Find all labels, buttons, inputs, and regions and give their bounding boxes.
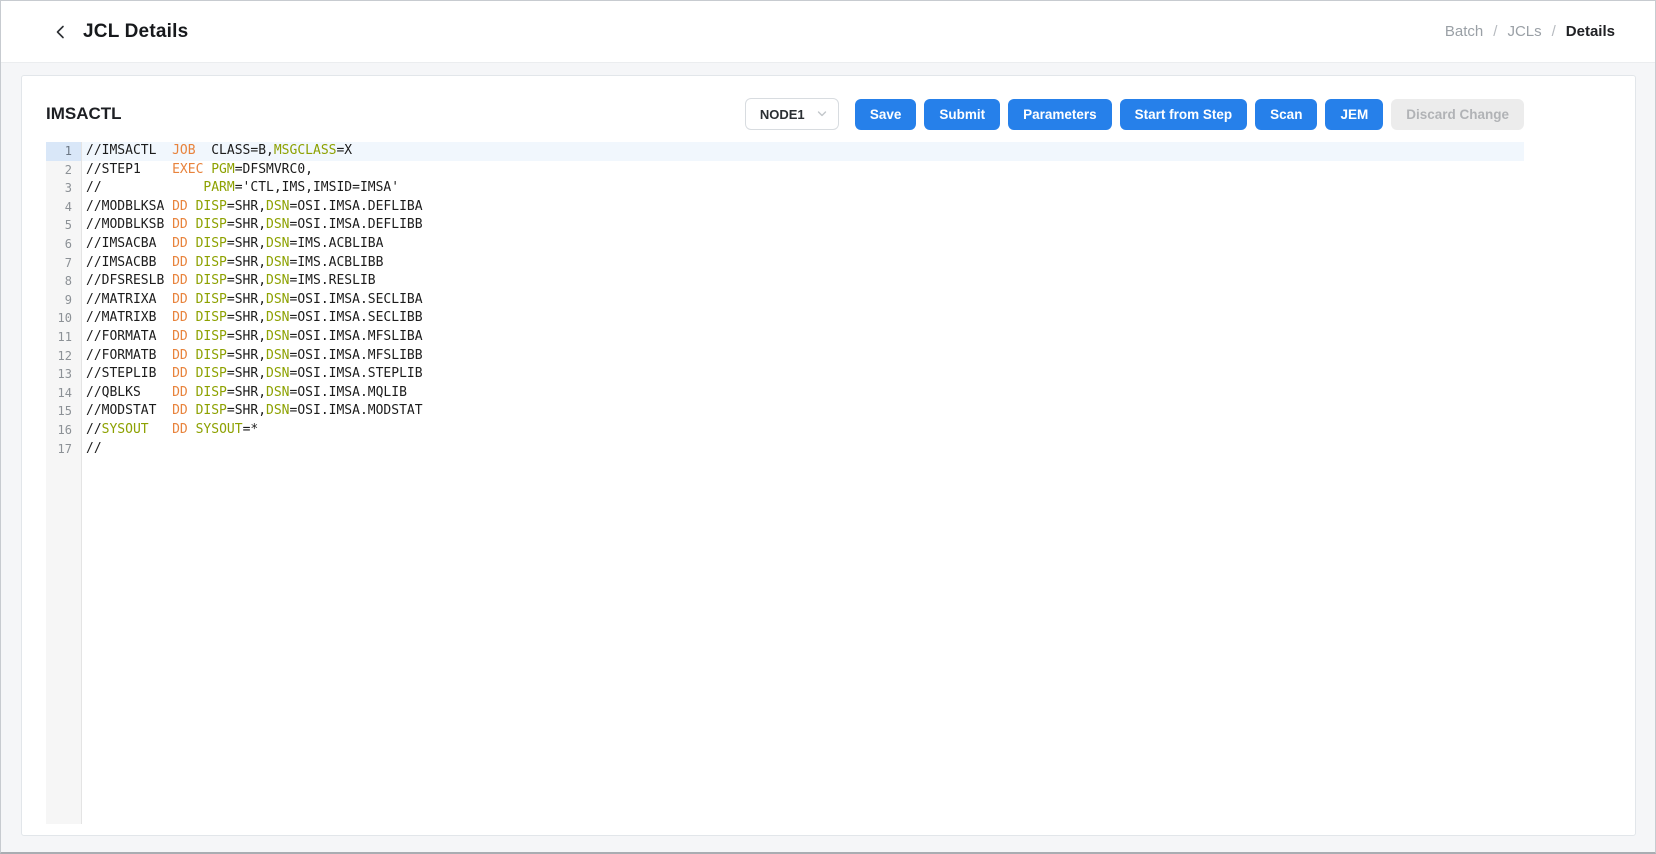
code-line-text: //FORMATA DD DISP=SHR,DSN=OSI.IMSA.MFSLI… xyxy=(86,328,423,344)
line-number: 2 xyxy=(46,160,82,180)
code-line[interactable]: 14//QBLKS DD DISP=SHR,DSN=OSI.IMSA.MQLIB xyxy=(46,383,1524,403)
code-line-text: // xyxy=(86,440,102,456)
code-line-text: //DFSRESLB DD DISP=SHR,DSN=IMS.RESLIB xyxy=(86,273,376,289)
back-button[interactable] xyxy=(47,18,75,46)
breadcrumb-item-details: Details xyxy=(1565,23,1615,40)
line-number: 16 xyxy=(46,420,82,440)
line-number: 1 xyxy=(46,142,82,161)
code-empty xyxy=(82,458,1524,824)
code-line-text: //MODSTAT DD DISP=SHR,DSN=OSI.IMSA.MODST… xyxy=(86,403,423,419)
breadcrumb: Batch / JCLs / Details xyxy=(1445,23,1615,40)
code-editor[interactable]: 1//IMSACTL JOB CLASS=B,MSGCLASS=X 2//STEP… xyxy=(46,142,1524,824)
page-header: JCL Details Batch / JCLs / Details xyxy=(1,1,1655,63)
line-number: 7 xyxy=(46,253,82,273)
node-select[interactable]: NODE1 xyxy=(744,98,839,130)
code-line[interactable]: 9//MATRIXA DD DISP=SHR,DSN=OSI.IMSA.SECL… xyxy=(46,290,1524,310)
jcl-details-page: JCL Details Batch / JCLs / Details IMSACTL N… xyxy=(0,0,1656,854)
card-header: IMSACTL NODE1 Save Submit Parameters Start … xyxy=(46,98,1635,130)
jem-button[interactable]: JEM xyxy=(1325,98,1384,130)
gutter-filler xyxy=(46,458,82,824)
line-number: 15 xyxy=(46,402,82,421)
line-number: 11 xyxy=(46,327,82,347)
code-line-text: //SYSOUT DD SYSOUT=* xyxy=(86,421,259,437)
breadcrumb-item-batch[interactable]: Batch xyxy=(1445,23,1483,40)
toolbar: NODE1 Save Submit Parameters Start from Ste… xyxy=(744,98,1524,130)
code-line-text: //IMSACBA DD DISP=SHR,DSN=IMS.ACBLIBA xyxy=(86,235,384,251)
code-line[interactable]: 11//FORMATA DD DISP=SHR,DSN=OSI.IMSA.MFS… xyxy=(46,327,1524,347)
chevron-left-icon xyxy=(52,23,70,41)
code-line-text: //STEP1 EXEC PGM=DFSMVRC0, xyxy=(86,161,313,177)
submit-button[interactable]: Submit xyxy=(924,98,1001,130)
parameters-button[interactable]: Parameters xyxy=(1008,98,1112,130)
jcl-card: IMSACTL NODE1 Save Submit Parameters Start … xyxy=(21,75,1636,836)
code-line-text: //QBLKS DD DISP=SHR,DSN=OSI.IMSA.MQLIB xyxy=(86,384,407,400)
line-number: 13 xyxy=(46,365,82,384)
line-number: 14 xyxy=(46,383,82,403)
code-line-text: //MODBLKSA DD DISP=SHR,DSN=OSI.IMSA.DEFL… xyxy=(86,198,423,214)
code-line[interactable]: 5//MODBLKSB DD DISP=SHR,DSN=OSI.IMSA.DEF… xyxy=(46,216,1524,235)
code-line[interactable]: 1//IMSACTL JOB CLASS=B,MSGCLASS=X xyxy=(46,142,1524,161)
code-line[interactable]: 13//STEPLIB DD DISP=SHR,DSN=OSI.IMSA.STE… xyxy=(46,365,1524,384)
code-line[interactable]: 10//MATRIXB DD DISP=SHR,DSN=OSI.IMSA.SEC… xyxy=(46,309,1524,328)
line-number: 8 xyxy=(46,272,82,291)
code-line[interactable]: 7//IMSACBB DD DISP=SHR,DSN=IMS.ACBLIBB xyxy=(46,253,1524,273)
line-number: 4 xyxy=(46,197,82,217)
node-select-value: NODE1 xyxy=(759,106,805,122)
start-from-step-button[interactable]: Start from Step xyxy=(1119,98,1248,130)
line-number: 10 xyxy=(46,309,82,328)
scan-button[interactable]: Scan xyxy=(1255,98,1318,130)
code-line[interactable]: 3// PARM='CTL,IMS,IMSID=IMSA' xyxy=(46,179,1524,198)
breadcrumb-item-jcls[interactable]: JCLs xyxy=(1507,23,1541,40)
code-line-text: //IMSACBB DD DISP=SHR,DSN=IMS.ACBLIBB xyxy=(86,254,384,270)
breadcrumb-separator: / xyxy=(1493,23,1498,40)
code-line[interactable]: 6//IMSACBA DD DISP=SHR,DSN=IMS.ACBLIBA xyxy=(46,234,1524,254)
line-number: 5 xyxy=(46,216,82,235)
code-line[interactable]: 4//MODBLKSA DD DISP=SHR,DSN=OSI.IMSA.DEF… xyxy=(46,197,1524,217)
save-button[interactable]: Save xyxy=(854,98,917,130)
code-line-text: //STEPLIB DD DISP=SHR,DSN=OSI.IMSA.STEPL… xyxy=(86,366,423,382)
code-line[interactable]: 16//SYSOUT DD SYSOUT=* xyxy=(46,420,1524,440)
line-number: 3 xyxy=(46,179,82,198)
line-number: 9 xyxy=(46,290,82,310)
chevron-down-icon xyxy=(816,108,828,120)
toolbar-buttons: Save Submit Parameters Start from Step Scan J… xyxy=(847,98,1524,130)
code-line[interactable]: 12//FORMATB DD DISP=SHR,DSN=OSI.IMSA.MFS… xyxy=(46,346,1524,366)
breadcrumb-separator: / xyxy=(1551,23,1556,40)
code-line[interactable]: 2//STEP1 EXEC PGM=DFSMVRC0, xyxy=(46,160,1524,180)
jcl-name-title: IMSACTL xyxy=(46,104,122,123)
code-line-text: //MATRIXB DD DISP=SHR,DSN=OSI.IMSA.SECLI… xyxy=(86,310,423,326)
discard-change-button[interactable]: Discard Change xyxy=(1391,98,1524,130)
code-line-text: // PARM='CTL,IMS,IMSID=IMSA' xyxy=(86,180,400,196)
page-title: JCL Details xyxy=(83,20,189,42)
editor-empty-area[interactable] xyxy=(46,458,1524,824)
line-number: 12 xyxy=(46,346,82,366)
code-line-text: //IMSACTL JOB CLASS=B,MSGCLASS=X xyxy=(82,142,1524,161)
line-number: 6 xyxy=(46,234,82,254)
line-number: 17 xyxy=(46,439,82,459)
code-line[interactable]: 17// xyxy=(46,439,1524,459)
code-line-text: //MODBLKSB DD DISP=SHR,DSN=OSI.IMSA.DEFL… xyxy=(86,217,423,233)
code-line-text: //MATRIXA DD DISP=SHR,DSN=OSI.IMSA.SECLI… xyxy=(86,291,423,307)
code-line[interactable]: 15//MODSTAT DD DISP=SHR,DSN=OSI.IMSA.MOD… xyxy=(46,402,1524,421)
code-line-text: //FORMATB DD DISP=SHR,DSN=OSI.IMSA.MFSLI… xyxy=(86,347,423,363)
content-area: IMSACTL NODE1 Save Submit Parameters Start … xyxy=(1,63,1655,852)
code-line[interactable]: 8//DFSRESLB DD DISP=SHR,DSN=IMS.RESLIB xyxy=(46,272,1524,291)
